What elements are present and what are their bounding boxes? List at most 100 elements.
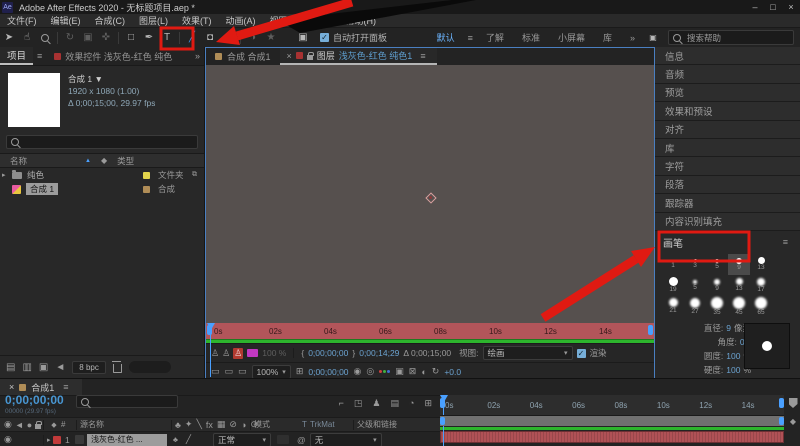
panel-tab-跟踪器[interactable]: 跟踪器 [655, 194, 800, 211]
workspace-menu-icon[interactable]: ≡ [468, 33, 473, 43]
monitor-icon[interactable]: ▭ [225, 366, 234, 377]
brushes-menu-icon[interactable]: ≡ [783, 237, 788, 247]
opacity-value[interactable]: 100 % [262, 348, 286, 358]
tab-composition[interactable]: 合成 合成1 [206, 48, 280, 65]
always-preview-icon[interactable]: ♙ [211, 348, 219, 359]
layer-duration-bar[interactable] [440, 431, 784, 443]
menu-item[interactable]: 动画(A) [219, 14, 263, 27]
mini-flowchart-icon[interactable]: ▭ [238, 366, 247, 377]
label-color-chip[interactable] [143, 172, 150, 179]
layer-quality-icon[interactable]: ╱ [186, 434, 191, 445]
column-source-name[interactable]: 源名称 [80, 419, 168, 430]
workspace-4[interactable]: 小屏幕 [558, 31, 585, 44]
brushes-panel-title[interactable]: 画笔 [663, 235, 683, 250]
column-name[interactable]: 名称 [10, 155, 27, 167]
graph-editor-icon[interactable]: ⊞ [424, 398, 432, 409]
panel-tab-段落[interactable]: 段落 [655, 176, 800, 193]
menu-item[interactable]: 文件(F) [0, 14, 44, 27]
eye-icon[interactable]: ◉ [4, 419, 12, 430]
view-dropdown[interactable]: 绘画 ▾ [483, 346, 573, 360]
rectangle-tool[interactable]: □ [122, 30, 140, 46]
column-type[interactable]: 类型 [117, 155, 134, 167]
layer-visibility-icon[interactable]: ◉ [4, 434, 12, 445]
playhead[interactable] [207, 323, 215, 330]
panel-tab-库[interactable]: 库 [655, 139, 800, 156]
panel-tab-内容识别填充[interactable]: 内容识别填充 [655, 213, 800, 230]
exposure-value[interactable]: +0.0 [444, 367, 461, 377]
menu-item[interactable]: 图层(L) [132, 14, 175, 27]
timeline-timecode[interactable]: 0;00;00;00 [5, 395, 64, 406]
item-name[interactable]: 合成 1 [26, 183, 58, 195]
tab-project[interactable]: 项目 [0, 47, 33, 65]
fx-icon[interactable]: fx [206, 420, 213, 430]
work-area-bar[interactable] [440, 415, 784, 426]
label-column-icon[interactable]: ◆ [101, 156, 107, 165]
camera-tool[interactable]: ▣ [79, 30, 97, 46]
column-trkmat[interactable]: TrkMat [310, 420, 350, 429]
comp-marker-icon[interactable]: ◆ [790, 417, 796, 426]
preview-favor-icon[interactable]: ♙ [222, 348, 230, 359]
shy-icon[interactable]: ♣ [175, 420, 181, 430]
brush-preset[interactable]: 9 [728, 254, 750, 275]
transparency-grid-icon[interactable]: ⊠ [409, 366, 417, 377]
solo-icon[interactable]: ● [27, 420, 32, 430]
panel-tab-字符[interactable]: 字符 [655, 157, 800, 174]
zoom-dropdown[interactable]: 100% ▾ [252, 365, 291, 379]
column-parent[interactable]: 父级和链接 [357, 419, 397, 430]
layer-shy-icon[interactable]: ♣ [173, 435, 178, 444]
column-mode[interactable]: 模式 [254, 419, 302, 430]
project-menu-icon[interactable]: ≡ [37, 51, 42, 61]
adjustment-icon[interactable]: ◑ [241, 420, 246, 430]
table-row[interactable]: 合成 1合成 [0, 182, 204, 196]
new-composition-icon[interactable]: ▣ [39, 362, 48, 373]
timeline-search[interactable] [76, 395, 178, 408]
brush-preset[interactable]: 19 [662, 275, 684, 296]
rotation-tool[interactable]: ↻ [61, 30, 79, 46]
hand-tool[interactable]: ☝ [18, 30, 36, 46]
clone-stamp-tool[interactable]: ◘ [201, 30, 219, 46]
pan-behind-tool[interactable]: ✜ [97, 30, 115, 46]
brush-tool[interactable]: ╱ [183, 30, 201, 46]
minimize-button[interactable]: – [746, 0, 764, 14]
property-value[interactable]: 9 [726, 323, 731, 333]
timeline-menu-icon[interactable]: ≡ [63, 382, 68, 392]
frame-blending-icon[interactable]: ▤ [391, 398, 400, 409]
column-number[interactable]: # [61, 420, 73, 429]
motion-blur-icon[interactable]: ◔ [409, 398, 414, 409]
preview-active-icon[interactable]: ♙ [233, 348, 243, 359]
property-value[interactable]: 100 [726, 365, 740, 375]
brush-preset[interactable]: 5 [684, 275, 706, 296]
timeline-search-input[interactable] [93, 396, 167, 408]
layer-name[interactable]: 浅灰色-红色 ... [87, 434, 167, 446]
panel-tab-信息[interactable]: 信息 [655, 47, 800, 64]
brush-preset[interactable]: 17 [750, 275, 772, 296]
view-layout-icon[interactable]: ▭ [211, 366, 220, 377]
new-folder-icon[interactable]: ▥ [22, 362, 31, 373]
brush-preset[interactable]: 1 [662, 254, 684, 275]
audio-icon[interactable]: ◄ [15, 420, 24, 430]
timeline-playhead[interactable] [440, 395, 448, 402]
interpret-footage-icon[interactable]: ▤ [6, 362, 15, 373]
current-time[interactable]: 0;00;00;00 [308, 367, 348, 377]
row-expander[interactable]: ▸ [2, 171, 12, 179]
panel-tab-预览[interactable]: 预览 [655, 84, 800, 101]
nav-cap-right[interactable] [779, 398, 784, 408]
draft-3d-icon[interactable]: ◳ [354, 398, 363, 409]
tab-layer[interactable]: × 图层 浅灰色-红色 纯色1 ≡ [280, 48, 437, 65]
workspace-2[interactable]: 了解 [486, 31, 504, 44]
selection-tool[interactable]: ➤ [0, 30, 18, 46]
lock-icon[interactable] [35, 424, 41, 429]
panel-overflow-icon[interactable]: » [195, 51, 200, 61]
maximize-button[interactable]: □ [764, 0, 782, 14]
pen-tool[interactable]: ✒ [140, 30, 158, 46]
panel-tab-音频[interactable]: 音频 [655, 65, 800, 82]
project-search[interactable] [6, 135, 198, 149]
type-tool[interactable]: T [158, 30, 176, 46]
menu-item[interactable]: 视图(V) [263, 14, 307, 27]
snapshot-icon[interactable]: ◉ [354, 366, 362, 377]
quality-icon[interactable]: ╲ [196, 419, 201, 430]
tab-effect-controls[interactable]: 效果控件 浅灰色-红色 纯色1 [65, 50, 173, 63]
layer-label-chip[interactable] [53, 436, 61, 444]
work-area-end-handle[interactable] [779, 417, 784, 425]
in-time[interactable]: 0;00;00;00 [308, 348, 348, 358]
